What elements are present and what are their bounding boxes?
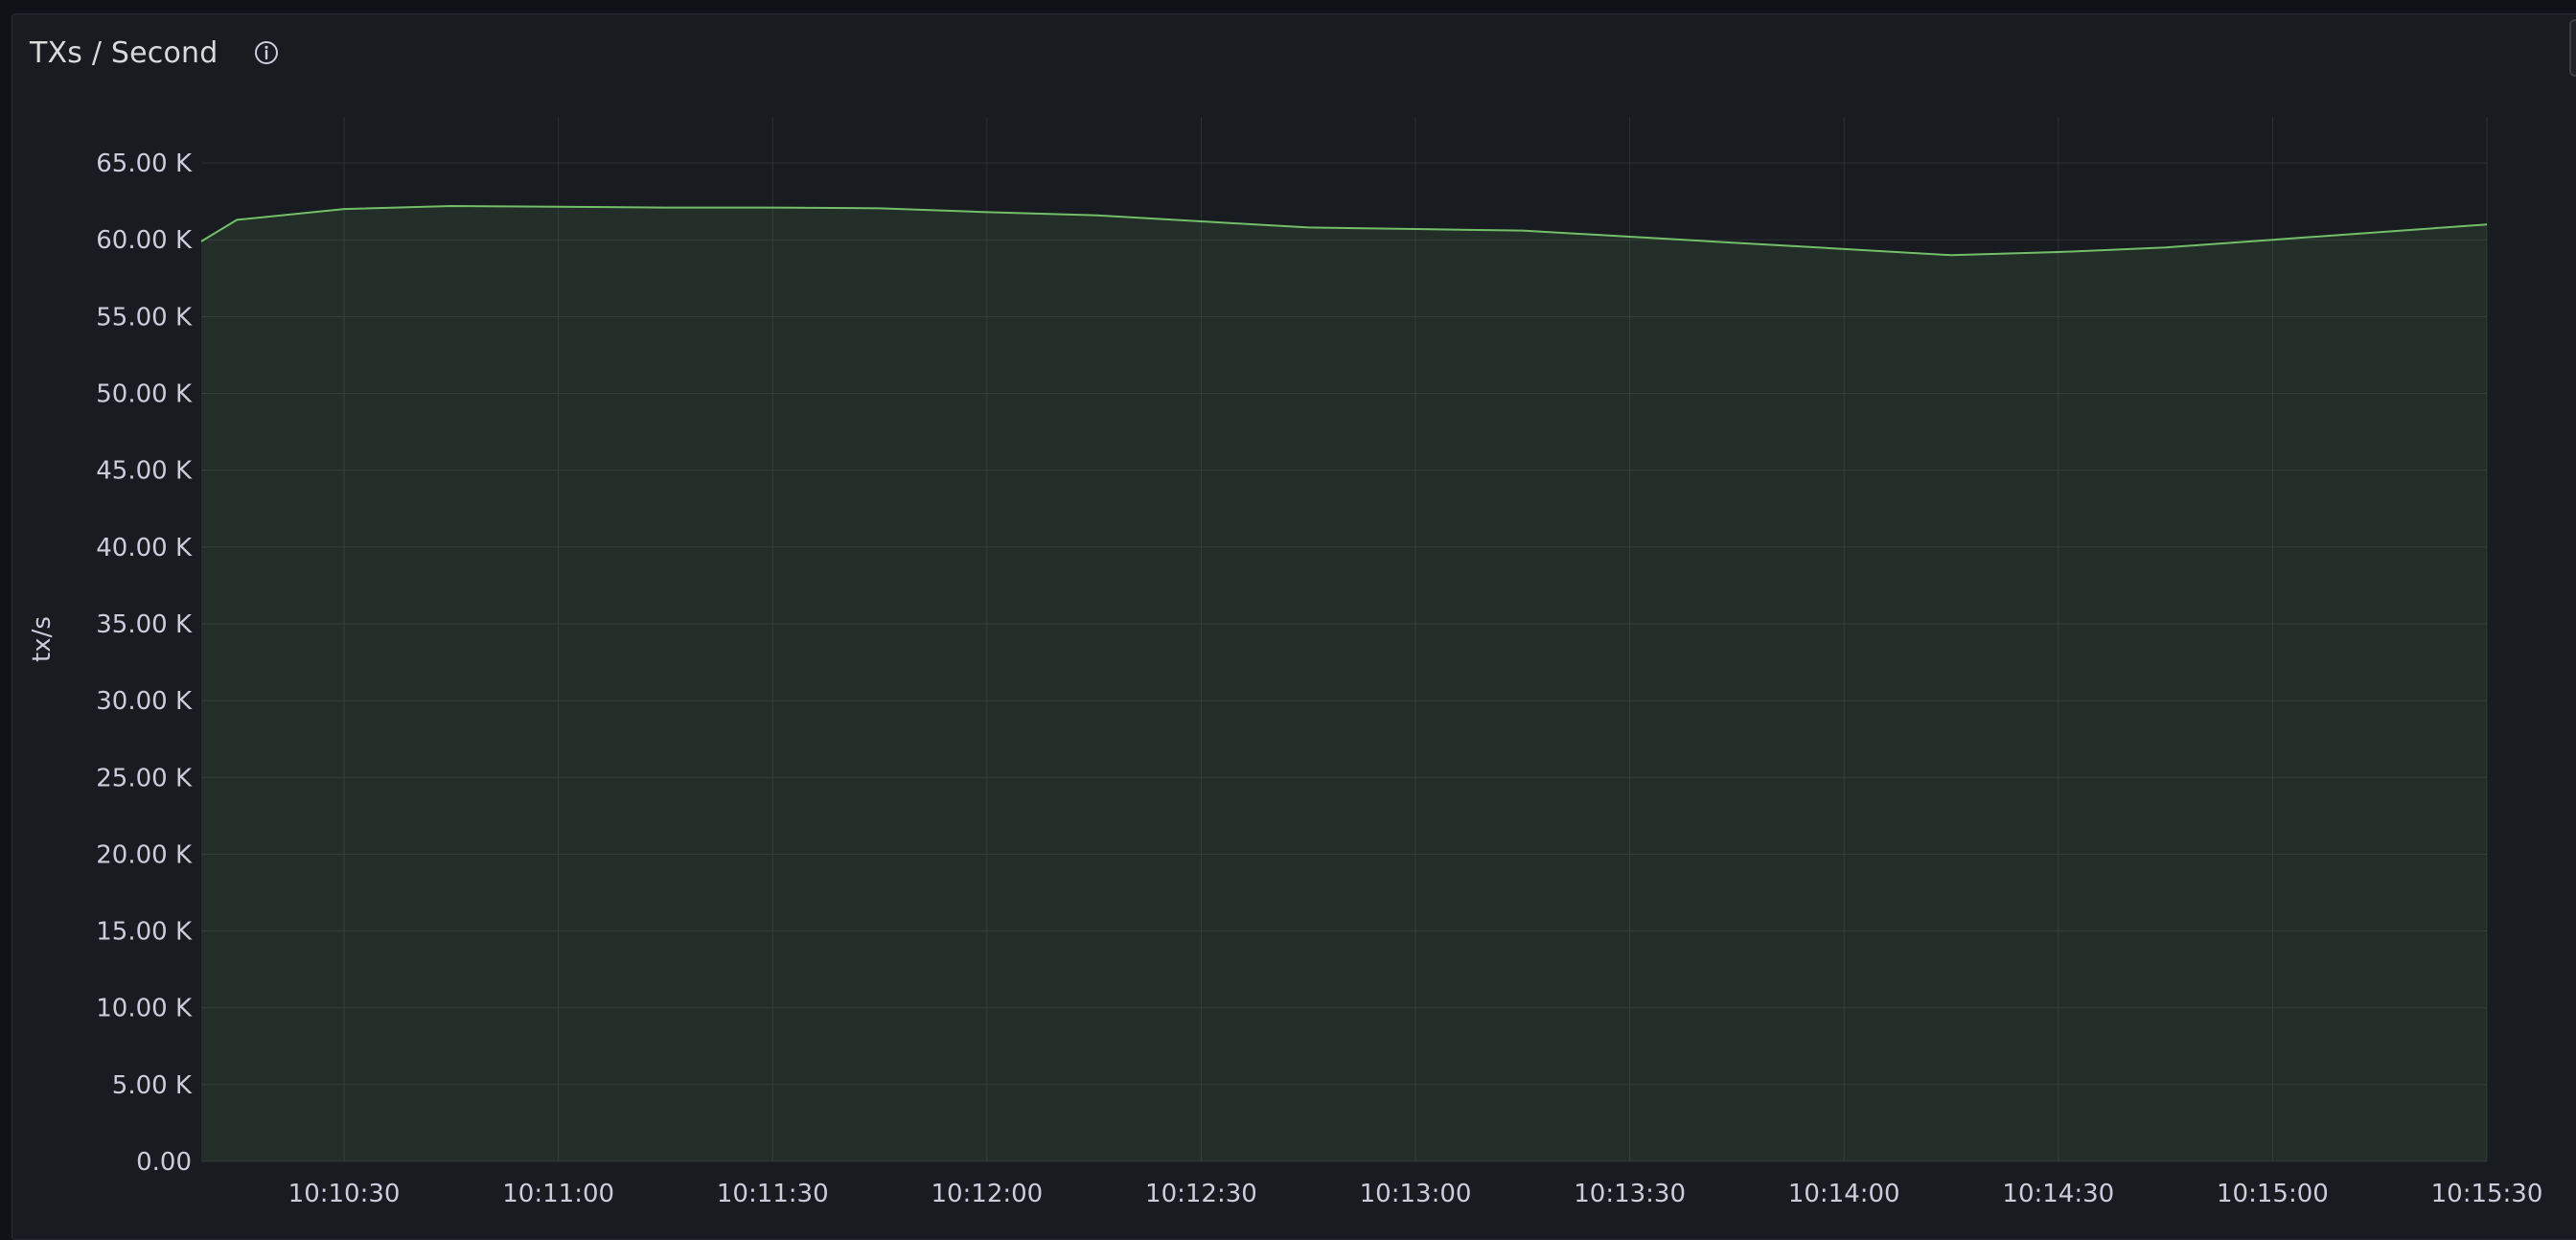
- x-tick-label: 10:10:30: [288, 1180, 401, 1208]
- y-tick-label: 35.00 K: [96, 610, 193, 639]
- x-tick-label: 10:13:00: [1360, 1180, 1472, 1208]
- y-axis-label: tx/s: [28, 616, 57, 662]
- x-tick-label: 10:11:00: [502, 1180, 614, 1208]
- time-series-chart: 0.00 5.00 K 10.00 K 15.00 K 20.00 K 25.00 K 30…: [0, 0, 2576, 1221]
- y-tick-label: 0.00: [136, 1148, 192, 1177]
- y-tick-label: 60.00 K: [96, 226, 193, 255]
- y-tick-label: 40.00 K: [96, 534, 193, 563]
- y-tick-label: 55.00 K: [96, 303, 193, 332]
- y-tick-label: 25.00 K: [96, 764, 193, 792]
- y-tick-label: 30.00 K: [96, 687, 193, 716]
- y-tick-label: 15.00 K: [96, 918, 193, 947]
- x-tick-label: 10:14:30: [2002, 1180, 2114, 1208]
- y-tick-label: 10.00 K: [96, 995, 193, 1023]
- x-tick-label: 10:14:00: [1788, 1180, 1900, 1208]
- x-tick-label: 10:12:00: [931, 1180, 1043, 1208]
- x-tick-label: 10:12:30: [1145, 1180, 1257, 1208]
- series-area-fill: [201, 206, 2487, 1161]
- x-tick-label: 10:13:30: [1574, 1180, 1686, 1208]
- x-tick-label: 10:15:30: [2431, 1180, 2543, 1208]
- y-tick-label: 5.00 K: [112, 1071, 193, 1100]
- y-tick-label: 20.00 K: [96, 840, 193, 869]
- x-tick-label: 10:15:00: [2217, 1180, 2329, 1208]
- y-tick-label: 65.00 K: [96, 149, 193, 178]
- x-tick-label: 10:11:30: [717, 1180, 829, 1208]
- y-tick-label: 45.00 K: [96, 457, 193, 486]
- y-tick-label: 50.00 K: [96, 380, 193, 409]
